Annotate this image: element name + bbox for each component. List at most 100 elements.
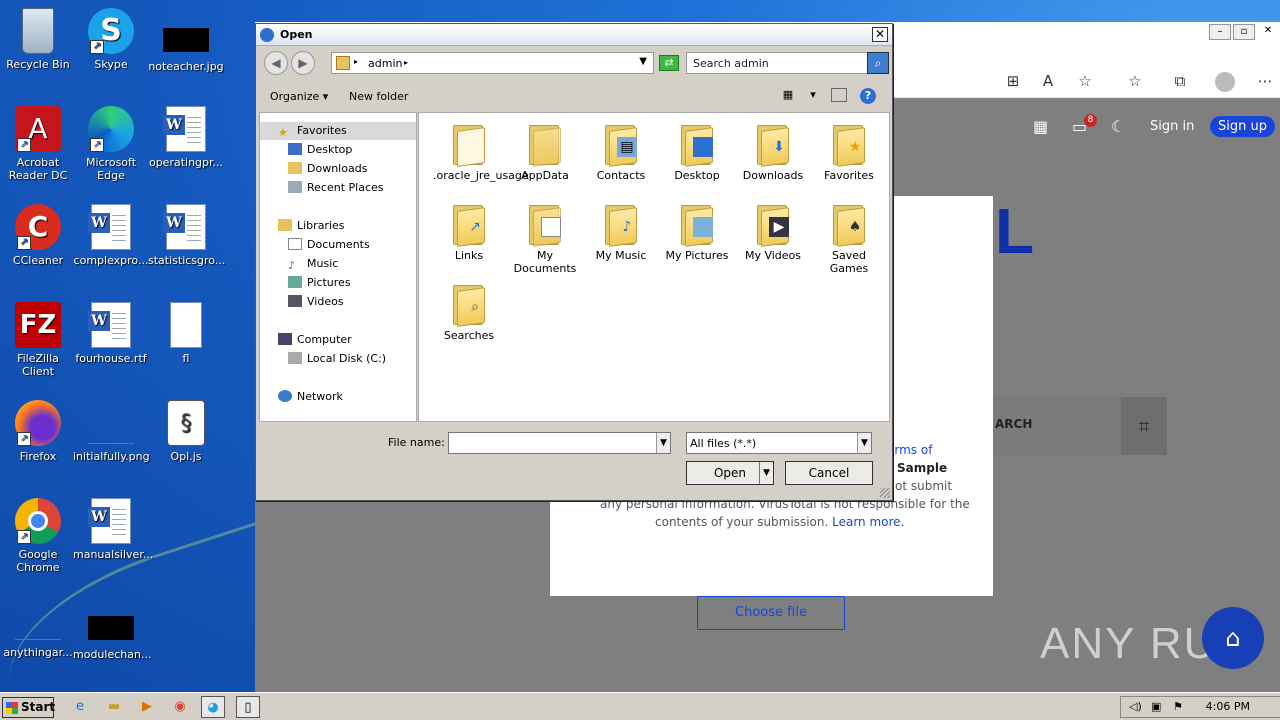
desktop-icon-chrome[interactable]: ↗ Google Chrome: [0, 498, 76, 574]
media-player-icon[interactable]: ▶: [135, 696, 159, 718]
file-item-searches[interactable]: ⌕ Searches: [433, 279, 505, 342]
flag-icon[interactable]: ⚑: [1173, 700, 1183, 713]
file-item-downloads[interactable]: ⬇ Downloads: [737, 119, 809, 182]
file-item-my-documents[interactable]: My Documents: [509, 199, 581, 275]
file-item-oracle-jre-usage[interactable]: .oracle_jre_usage: [433, 119, 529, 182]
address-bar[interactable]: ▸ admin ▸ ▼: [331, 52, 654, 74]
breadcrumb-arrow-icon[interactable]: ▸: [354, 57, 358, 66]
fingerprint-icon[interactable]: ⌗: [1121, 397, 1167, 455]
desktop-icon-statisticsgro[interactable]: W statisticsgro...: [148, 204, 225, 267]
file-name-input[interactable]: ▼: [448, 432, 671, 454]
dialog-close-button[interactable]: ✕: [872, 27, 888, 42]
nav-documents[interactable]: Documents: [288, 238, 370, 251]
desktop-icon-noteacher[interactable]: noteacher.jpg: [148, 8, 224, 73]
nav-favorites[interactable]: ★ Favorites: [278, 124, 347, 139]
refresh-button[interactable]: ⇄: [659, 55, 679, 71]
grid-icon[interactable]: ▦: [1033, 117, 1048, 136]
desktop-icon-fourhouse[interactable]: W fourhouse.rtf: [73, 302, 149, 365]
more-icon[interactable]: ⋯: [1255, 72, 1275, 92]
file-name-dropdown-icon[interactable]: ▼: [656, 433, 670, 453]
choose-file-button[interactable]: Choose file: [697, 596, 845, 630]
search-icon[interactable]: ⌕: [867, 52, 889, 74]
resize-grip[interactable]: [880, 488, 890, 498]
back-button[interactable]: ◀: [264, 51, 288, 75]
preview-pane-icon[interactable]: [831, 88, 847, 102]
file-type-select[interactable]: All files (*.*) ▼: [686, 432, 872, 454]
file-type-dropdown-icon[interactable]: ▼: [857, 433, 871, 453]
dialog-bottom: File name: ▼ All files (*.*) ▼ Open ▼ Ca…: [256, 424, 892, 500]
file-item-desktop[interactable]: Desktop: [661, 119, 733, 182]
favorite-star-icon[interactable]: ☆: [1075, 72, 1095, 92]
desktop-icon-skype[interactable]: S ↗ Skype: [73, 8, 149, 71]
nav-downloads[interactable]: Downloads: [288, 162, 367, 175]
view-dropdown-icon[interactable]: ▾: [805, 88, 821, 102]
desktop-icon-operatingpr[interactable]: W operatingpr...: [148, 106, 224, 169]
maximize-button[interactable]: ▫: [1233, 24, 1255, 40]
desktop-icon-manualsilver[interactable]: W manualsilver...: [73, 498, 153, 561]
nav-libraries[interactable]: Libraries: [278, 219, 345, 232]
file-item-links[interactable]: ↗ Links: [433, 199, 505, 262]
file-item-contacts[interactable]: ▤ Contacts: [585, 119, 657, 182]
search-input[interactable]: Search admin: [686, 52, 868, 74]
apps-icon[interactable]: ⊞: [1003, 72, 1023, 92]
dialog-app-icon: [260, 28, 274, 42]
file-item-saved-games[interactable]: ♠ Saved Games: [813, 199, 885, 275]
ie-icon[interactable]: e: [68, 696, 92, 718]
desktop-icon-filezilla[interactable]: FZ FileZilla Client: [0, 302, 76, 378]
terms-link[interactable]: erms of: [887, 441, 932, 459]
file-item-my-videos[interactable]: ▶ My Videos: [737, 199, 809, 262]
nav-computer[interactable]: Computer: [278, 333, 352, 346]
file-item-my-pictures[interactable]: My Pictures: [661, 199, 733, 262]
nav-music[interactable]: ♪ Music: [288, 257, 338, 272]
nav-desktop[interactable]: Desktop: [288, 143, 352, 156]
open-dropdown-icon[interactable]: ▼: [759, 462, 773, 484]
desktop-icon-anythingar[interactable]: anythingar...: [0, 596, 76, 659]
forward-button[interactable]: ▶: [291, 51, 315, 75]
explorer-icon[interactable]: ▬: [102, 696, 126, 718]
change-view-icon[interactable]: ▦: [780, 88, 796, 102]
desktop-icon-complexpro[interactable]: W complexpro...: [73, 204, 149, 267]
desktop-icon-recycle-bin[interactable]: Recycle Bin: [0, 8, 76, 71]
network-tray-icon[interactable]: ▣: [1151, 700, 1161, 713]
desktop-icon-ccleaner[interactable]: C ↗ CCleaner: [0, 204, 76, 267]
computer-icon: [278, 333, 292, 345]
desktop-icon-modulechan[interactable]: modulechan...: [73, 596, 151, 661]
profile-avatar[interactable]: [1215, 72, 1235, 92]
collections-icon[interactable]: ⧉: [1170, 72, 1190, 92]
desktop-icon-edge[interactable]: ↗ Microsoft Edge: [73, 106, 149, 182]
desktop-icon-fl[interactable]: fl: [148, 302, 224, 365]
file-item-appdata[interactable]: AppData: [509, 119, 581, 182]
nav-pictures[interactable]: Pictures: [288, 276, 351, 289]
open-button[interactable]: Open ▼: [686, 461, 774, 485]
volume-icon[interactable]: ◁): [1129, 700, 1142, 713]
nav-network[interactable]: Network: [278, 390, 343, 403]
new-folder-button[interactable]: New folder: [349, 90, 408, 103]
read-aloud-icon[interactable]: A: [1038, 72, 1058, 92]
dark-mode-icon[interactable]: ☾: [1111, 117, 1125, 136]
cancel-button[interactable]: Cancel: [785, 461, 873, 485]
open-dialog-taskbar-icon[interactable]: ▯: [236, 696, 260, 718]
desktop-icon-initialfully[interactable]: initialfully.png: [73, 400, 150, 463]
nav-videos[interactable]: Videos: [288, 295, 344, 308]
file-item-favorites[interactable]: ★ Favorites: [813, 119, 885, 182]
organize-menu[interactable]: Organize ▾: [270, 90, 328, 103]
address-dropdown-icon[interactable]: ▼: [639, 56, 647, 67]
minimize-button[interactable]: –: [1209, 24, 1231, 40]
nav-recent-places[interactable]: Recent Places: [288, 181, 384, 194]
chrome-taskbar-icon[interactable]: ◉: [168, 696, 192, 718]
start-button[interactable]: Start: [2, 697, 55, 718]
desktop-icon-acrobat[interactable]: A ↗ Acrobat Reader DC: [0, 106, 76, 182]
breadcrumb-arrow-icon[interactable]: ▸: [404, 58, 408, 67]
desktop-icon-opl-js[interactable]: § Opl.js: [148, 400, 224, 463]
sign-up-button[interactable]: Sign up: [1210, 116, 1275, 137]
learn-more-link[interactable]: Learn more.: [832, 515, 904, 529]
nav-local-disk[interactable]: Local Disk (C:): [288, 352, 386, 365]
desktop-icon-firefox[interactable]: ↗ Firefox: [0, 400, 76, 463]
close-button[interactable]: ✕: [1257, 24, 1279, 40]
chat-bubble-icon[interactable]: ⌂: [1202, 607, 1264, 669]
sign-in-link[interactable]: Sign in: [1150, 119, 1194, 134]
favorites-icon[interactable]: ☆: [1125, 72, 1145, 92]
edge-taskbar-icon[interactable]: ◕: [201, 696, 225, 718]
help-icon[interactable]: ?: [860, 88, 876, 104]
file-item-my-music[interactable]: ♪ My Music: [585, 199, 657, 262]
